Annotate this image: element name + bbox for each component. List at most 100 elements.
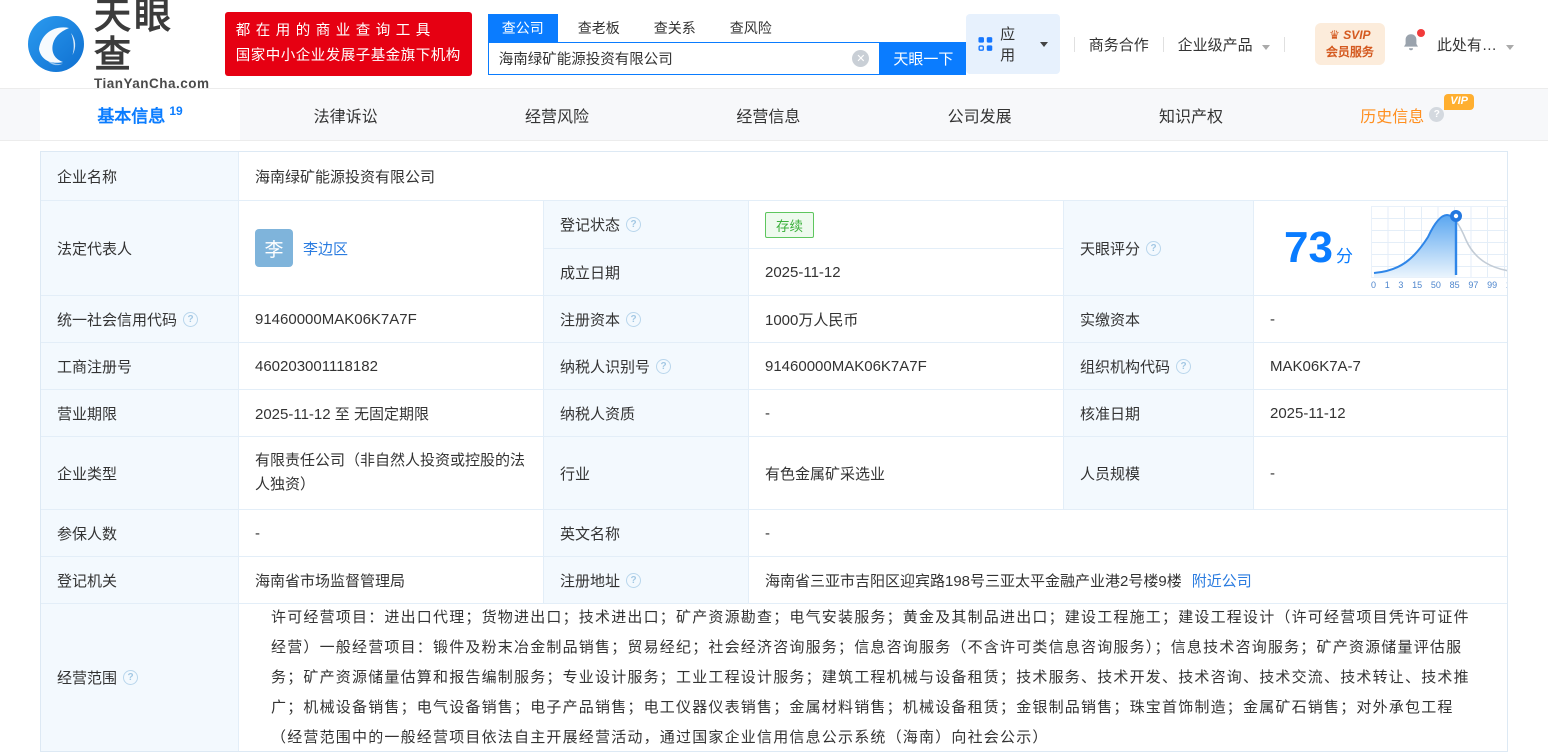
svip-membership-badge[interactable]: ♛ SVIP 会员服务: [1314, 22, 1385, 66]
legal-rep-avatar[interactable]: 李: [255, 229, 293, 267]
label-english-name: 英文名称: [544, 510, 749, 557]
notification-bell-icon[interactable]: [1401, 28, 1425, 57]
svip-service-label: 会员服务: [1325, 45, 1374, 59]
help-icon[interactable]: ?: [1429, 107, 1445, 122]
slogan-line2: 国家中小企业发展子基金旗下机构: [235, 48, 461, 64]
score-axis-tick: 3: [1398, 280, 1404, 290]
tab-basic-info-count: 19: [169, 103, 183, 118]
apps-grid-icon: [978, 37, 993, 51]
search-tab-relation[interactable]: 查关系: [640, 14, 710, 42]
label-staff-size: 人员规模: [1064, 437, 1254, 510]
tab-legal-litigation[interactable]: 法律诉讼: [240, 89, 451, 140]
label-taxpayer-id: 纳税人识别号 ?: [544, 343, 749, 390]
basic-info-section: 企业名称 海南绿矿能源投资有限公司 法定代表人 李 李边区 登记状态 ? 存续 …: [40, 151, 1508, 752]
value-credit-code: 91460000MAK06K7A7F: [239, 296, 544, 343]
legal-rep-link[interactable]: 李边区: [303, 238, 348, 259]
score-curve: [1373, 210, 1507, 277]
tab-operation-risk[interactable]: 经营风险: [451, 89, 662, 140]
nav-enterprise-label: 企业级产品: [1177, 36, 1253, 54]
value-paid-capital: -: [1254, 296, 1507, 343]
search-tab-boss[interactable]: 查老板: [564, 14, 634, 42]
brand-slogan: 都在用的商业查询工具 国家中小企业发展子基金旗下机构: [224, 11, 472, 77]
score-axis-tick: 50: [1430, 280, 1441, 290]
nav-divider: [1283, 36, 1285, 52]
brand-name: 天眼查: [94, 0, 174, 75]
label-business-term: 营业期限: [41, 390, 239, 437]
tab-history-info-label: 历史信息: [1360, 108, 1425, 126]
search-tab-risk[interactable]: 查风险: [716, 14, 786, 42]
score-axis-tick: 0: [1370, 280, 1376, 290]
help-icon[interactable]: ?: [1176, 358, 1192, 374]
tianyancha-logo[interactable]: 天眼查 TianYanCha.com: [26, 0, 213, 91]
crown-icon: ♛: [1329, 27, 1344, 42]
vip-badge: VIP: [1444, 94, 1474, 111]
label-company-type: 企业类型: [41, 437, 239, 510]
header-nav: 应用 商务合作 企业级产品 ♛ SVIP 会员服务 此处有…: [966, 14, 1515, 74]
score-axis-tick: 97: [1468, 280, 1479, 290]
chevron-down-icon: [1261, 44, 1270, 50]
score-axis-tick: 99: [1487, 280, 1498, 290]
search-input[interactable]: [498, 50, 853, 66]
label-taxpayer-quality: 纳税人资质: [544, 390, 749, 437]
search-button[interactable]: 天眼一下: [880, 41, 967, 75]
user-account-menu[interactable]: 此处有…: [1436, 34, 1515, 55]
score-axis-tick: 15: [1412, 280, 1423, 290]
chevron-down-icon: [1039, 41, 1048, 47]
apps-menu-label: 应用: [1000, 26, 1016, 64]
help-icon[interactable]: ?: [626, 217, 642, 232]
tab-basic-info[interactable]: 基本信息 19: [40, 89, 240, 140]
tianyancha-logo-icon: [28, 16, 84, 72]
label-registered-capital: 注册资本 ?: [544, 296, 749, 343]
tab-basic-info-label: 基本信息: [97, 107, 166, 126]
search-tabs: 查公司 查老板 查关系 查风险: [487, 13, 967, 42]
help-icon[interactable]: ?: [626, 572, 642, 588]
value-taxpayer-id: 91460000MAK06K7A7F: [749, 343, 1064, 390]
tab-intellectual-property[interactable]: 知识产权: [1085, 89, 1296, 140]
top-header: 天眼查 TianYanCha.com 都在用的商业查询工具 国家中小企业发展子基…: [0, 0, 1548, 91]
value-staff-size: -: [1254, 437, 1507, 510]
search-area: 查公司 查老板 查关系 查风险 ✕ 天眼一下: [487, 13, 967, 75]
value-registration-authority: 海南省市场监督管理局: [239, 557, 544, 604]
value-registration-status: 存续: [749, 201, 1064, 249]
value-registered-address: 海南省三亚市吉阳区迎宾路198号三亚太平金融产业港2号楼9楼 附近公司: [749, 557, 1507, 604]
label-org-code: 组织机构代码 ?: [1064, 343, 1254, 390]
apps-menu-button[interactable]: 应用: [966, 14, 1060, 74]
help-icon[interactable]: ?: [183, 311, 199, 327]
value-org-code: MAK06K7A-7: [1254, 343, 1507, 390]
help-icon[interactable]: ?: [656, 358, 672, 374]
help-icon[interactable]: ?: [1146, 240, 1162, 256]
label-legal-representative: 法定代表人: [41, 201, 239, 296]
svip-label: SVIP: [1343, 27, 1371, 42]
score-axis-tick: 1: [1384, 280, 1390, 290]
notification-dot: [1416, 28, 1425, 37]
search-input-box: ✕: [487, 41, 881, 75]
user-account-label: 此处有…: [1436, 36, 1497, 54]
value-english-name: -: [749, 510, 1507, 557]
label-approval-date: 核准日期: [1064, 390, 1254, 437]
value-approval-date: 2025-11-12: [1254, 390, 1507, 437]
help-icon[interactable]: ?: [626, 311, 642, 327]
tab-business-info[interactable]: 经营信息: [663, 89, 874, 140]
basic-info-table: 企业名称 海南绿矿能源投资有限公司 法定代表人 李 李边区 登记状态 ? 存续 …: [40, 151, 1508, 752]
label-establish-date: 成立日期: [544, 249, 749, 296]
clear-search-icon[interactable]: ✕: [852, 49, 870, 67]
value-tianyan-score: 73 分 0 1 3 15 50 85 97 99: [1254, 201, 1507, 296]
nav-cooperation[interactable]: 商务合作: [1089, 34, 1149, 55]
value-industry: 有色金属矿采选业: [749, 437, 1064, 510]
tab-history-info[interactable]: 历史信息 ? VIP: [1297, 89, 1508, 140]
label-credit-code: 统一社会信用代码 ?: [41, 296, 239, 343]
score-axis-labels: 013 15 50 85 97 99 100: [1371, 280, 1507, 290]
nav-divider: [1073, 36, 1075, 52]
search-tab-company[interactable]: 查公司: [487, 13, 558, 42]
tab-company-development[interactable]: 公司发展: [874, 89, 1085, 140]
label-insured-count: 参保人数: [41, 510, 239, 557]
company-tabbar: 基本信息 19 法律诉讼 经营风险 经营信息 公司发展 知识产权 历史信息 ? …: [0, 88, 1548, 141]
value-establish-date: 2025-11-12: [749, 249, 1064, 296]
nav-enterprise-products[interactable]: 企业级产品: [1178, 34, 1270, 55]
score-axis-tick: 85: [1449, 280, 1460, 290]
help-icon[interactable]: ?: [123, 670, 139, 685]
label-registered-address: 注册地址 ?: [544, 557, 749, 604]
score-axis-tick: 100: [1506, 280, 1507, 290]
nearby-companies-link[interactable]: 附近公司: [1192, 570, 1252, 591]
value-taxpayer-quality: -: [749, 390, 1064, 437]
